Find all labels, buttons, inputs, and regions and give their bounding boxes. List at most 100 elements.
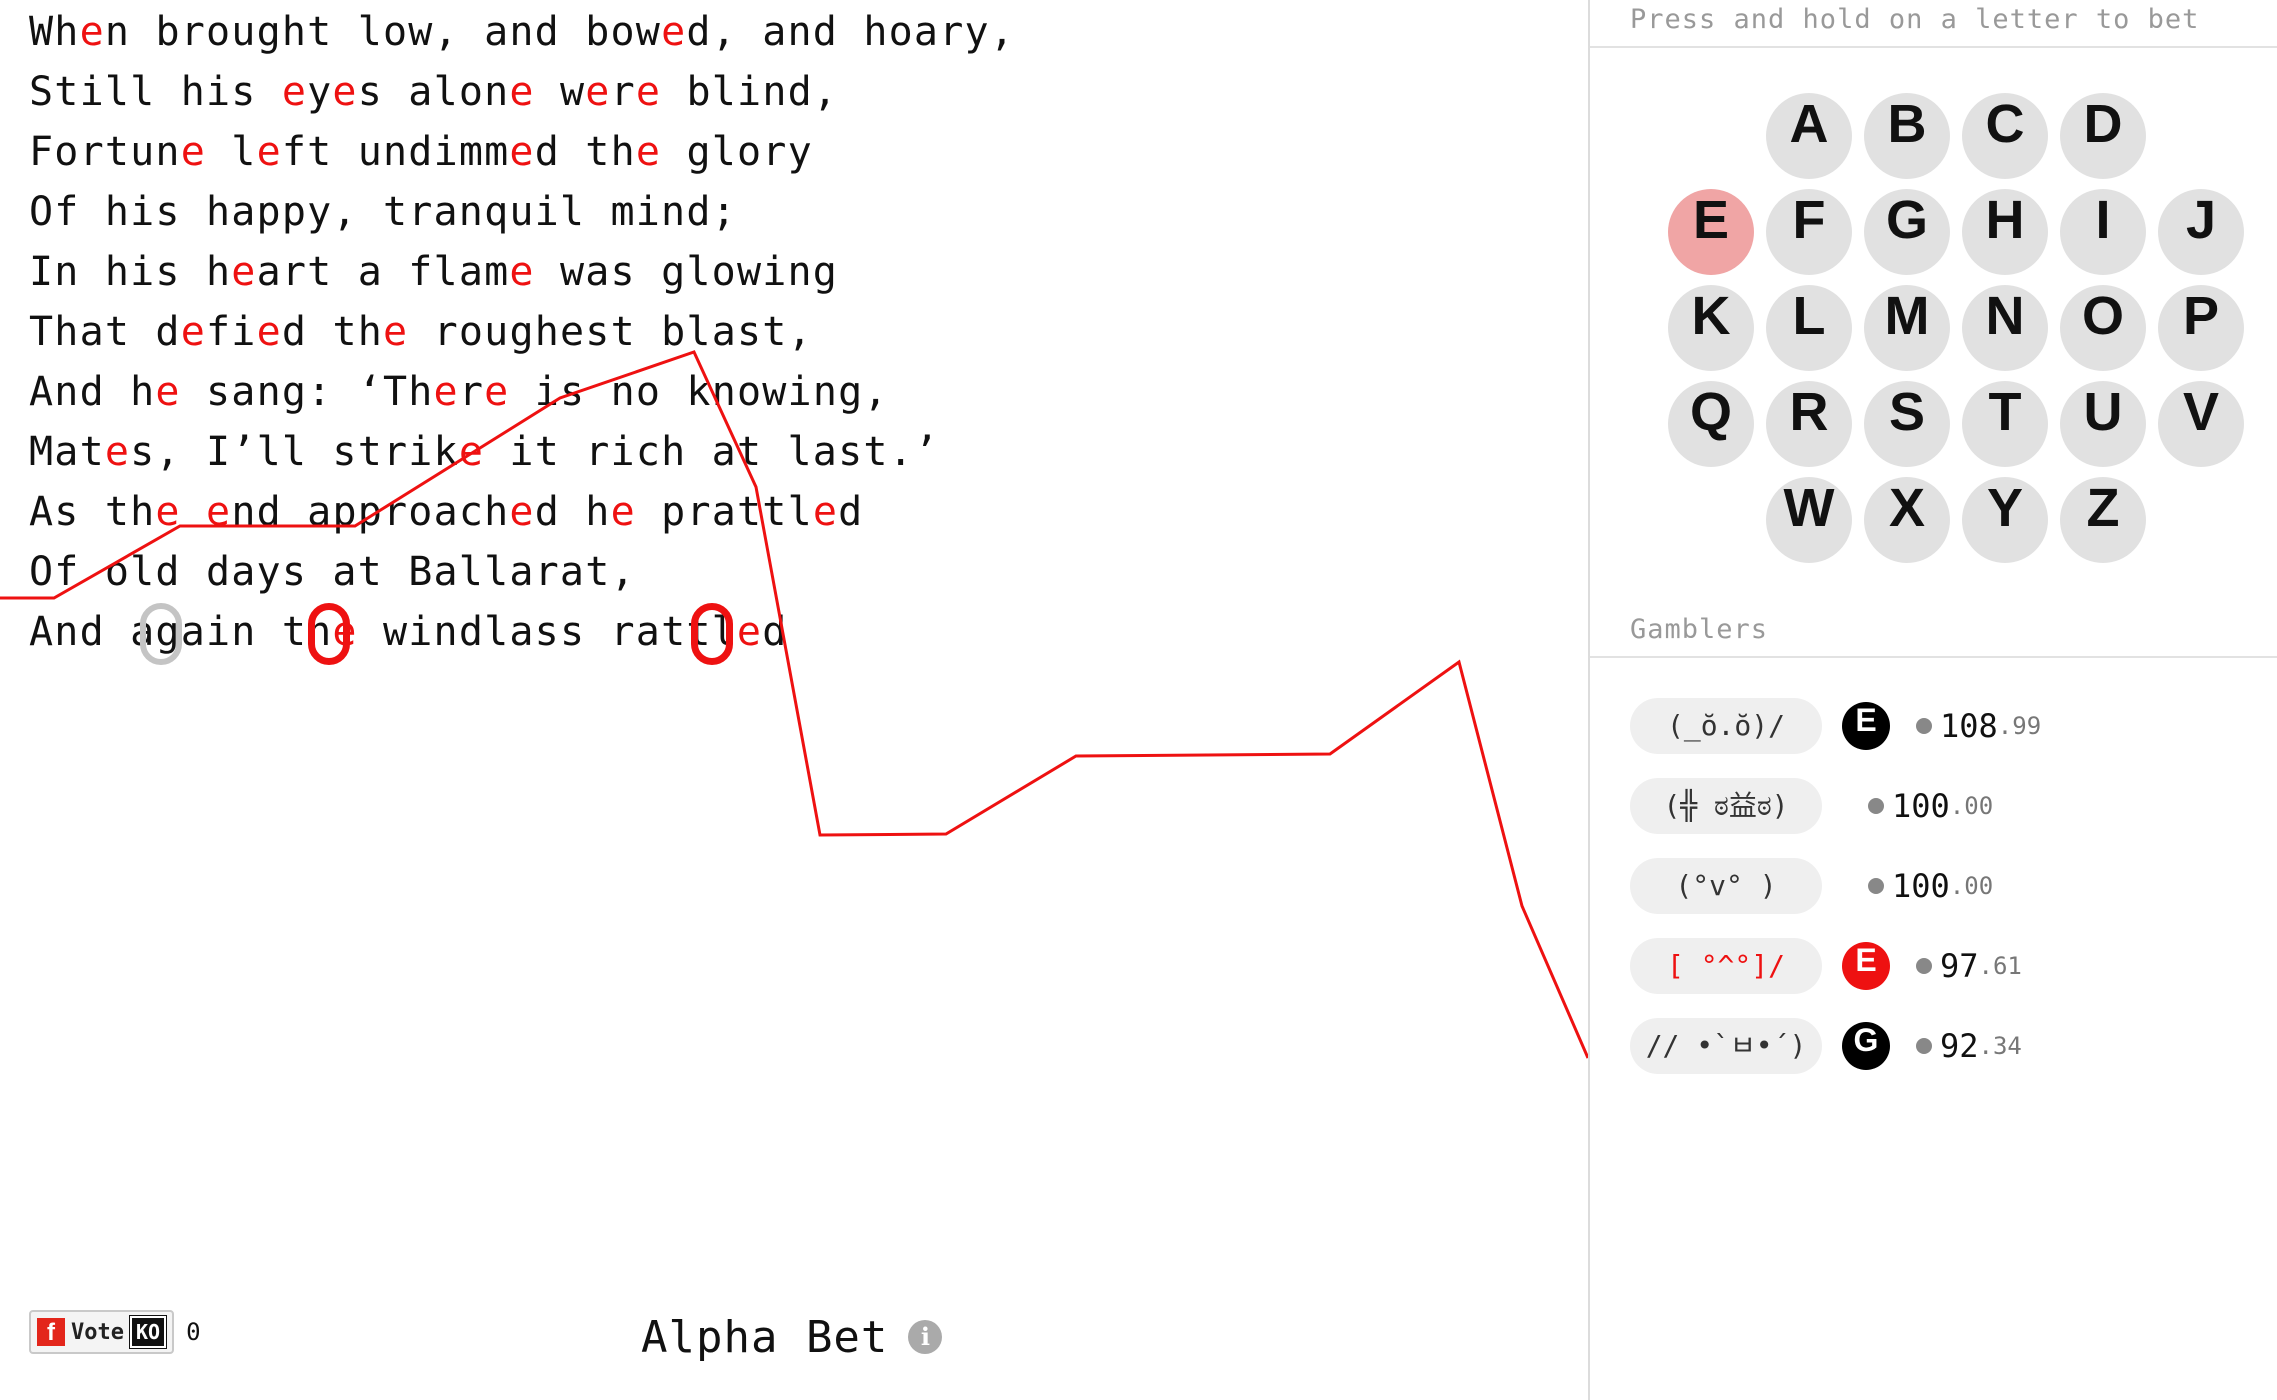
balance-integer: 92: [1940, 1027, 1979, 1065]
letter-button-h[interactable]: H: [1962, 189, 2048, 275]
poem-text-segment: s alon: [357, 69, 510, 115]
highlighted-letter: e: [509, 489, 535, 535]
balance-integer: 100: [1892, 787, 1950, 825]
highlighted-letter: e: [661, 9, 687, 55]
poem-text-segment: d: [762, 609, 788, 655]
poem-text-segment: n brought low, and bow: [104, 9, 662, 55]
letter-button-r[interactable]: R: [1766, 381, 1852, 467]
balance-decimal: .61: [1978, 952, 2022, 980]
letter-button-c[interactable]: C: [1962, 93, 2048, 179]
poem-line: And he sang: ‘There is no knowing,: [29, 362, 1015, 422]
bet-letter-badge: E: [1842, 702, 1890, 750]
highlighted-letter: e: [383, 309, 409, 355]
poem-text-segment: is no knowing,: [509, 369, 889, 415]
highlighted-letter: e: [635, 129, 662, 175]
highlighted-letter: e: [281, 69, 308, 115]
game-area: When brought low, and bowed, and hoary, S…: [0, 0, 1588, 1400]
highlighted-letter: e: [155, 369, 181, 415]
letter-button-v[interactable]: V: [2158, 381, 2244, 467]
gambler-row: [ °^°]/ E 97.61: [1630, 938, 2022, 994]
highlighted-letter: e: [433, 369, 459, 415]
letter-button-f[interactable]: F: [1766, 189, 1852, 275]
poem-text-segment: In his h: [29, 249, 232, 295]
poem-text-segment: roughest blast,: [408, 309, 813, 355]
letter-button-w[interactable]: W: [1766, 477, 1852, 563]
divider: [1590, 46, 2277, 48]
poem-text-segment: r: [458, 369, 485, 415]
letter-button-u[interactable]: U: [2060, 381, 2146, 467]
poem-text-segment: [181, 489, 206, 535]
gambler-avatar: (°v° ): [1630, 858, 1822, 914]
bet-letter-badge: G: [1842, 1022, 1890, 1070]
balance-dot-icon: [1916, 1038, 1932, 1054]
letter-button-n[interactable]: N: [1962, 285, 2048, 371]
poem-text-segment: d h: [534, 489, 611, 535]
poem-text-segment: d: [838, 489, 864, 535]
poem-text-segment: Still his: [29, 69, 282, 115]
vote-button[interactable]: f Vote KO: [29, 1310, 175, 1354]
highlighted-letter: e: [458, 429, 485, 475]
balance-dot-icon: [1916, 718, 1932, 734]
letter-button-q[interactable]: Q: [1668, 381, 1754, 467]
vote-count: 0: [186, 1318, 201, 1346]
highlighted-letter: e: [180, 309, 206, 355]
poem-line: Of old days at Ballarat,: [29, 542, 1015, 602]
poem-line: When brought low, and bowed, and hoary,: [29, 2, 1015, 62]
next-letter-marker: [691, 603, 733, 665]
highlighted-letter: e: [509, 129, 535, 175]
poem-text-segment: it rich at last.’: [484, 429, 940, 475]
gambler-avatar: (╬ ಠ益ಠ): [1630, 778, 1822, 834]
vote-widget[interactable]: f Vote KO 0: [29, 1308, 201, 1356]
poem-text-segment: Wh: [29, 9, 80, 55]
poem-text-segment: d th: [534, 129, 636, 175]
letter-button-p[interactable]: P: [2158, 285, 2244, 371]
poem-text-segment: Fortun: [29, 129, 181, 175]
poem-text-segment: d, and hoary,: [686, 9, 1016, 55]
poem-text-segment: Of his happy, tranquil mind;: [29, 189, 737, 235]
letter-button-t[interactable]: T: [1962, 381, 2048, 467]
poem-text-segment: s, I’ll strik: [130, 429, 459, 475]
poem-text-segment: And h: [29, 369, 156, 415]
poem-text-segment: ft undimm: [281, 129, 510, 175]
poem-line: Mates, I’ll strike it rich at last.’: [29, 422, 1015, 482]
highlighted-letter: e: [484, 369, 510, 415]
info-icon[interactable]: i: [908, 1320, 943, 1354]
balance-decimal: .99: [1997, 712, 2042, 740]
letter-button-b[interactable]: B: [1864, 93, 1950, 179]
poem-text: When brought low, and bowed, and hoary, S…: [29, 2, 1015, 662]
letter-button-k[interactable]: K: [1668, 285, 1754, 371]
letter-button-a[interactable]: A: [1766, 93, 1852, 179]
poem-line: As the end approached he prattled: [29, 482, 1015, 542]
poem-text-segment: w: [534, 69, 586, 115]
balance-integer: 100: [1892, 867, 1950, 905]
divider: [1590, 656, 2277, 658]
letter-button-s[interactable]: S: [1864, 381, 1950, 467]
letter-button-g[interactable]: G: [1864, 189, 1950, 275]
letter-button-d[interactable]: D: [2060, 93, 2146, 179]
poem-text-segment: l: [206, 129, 257, 175]
highlighted-letter: e: [812, 489, 839, 535]
letter-button-o[interactable]: O: [2060, 285, 2146, 371]
highlighted-letter: e: [635, 69, 662, 115]
gambler-avatar: (_ŏ.ŏ)/: [1630, 698, 1822, 754]
current-letter-marker: [308, 603, 350, 665]
balance-dot-icon: [1868, 798, 1884, 814]
highlighted-letter: e: [104, 429, 131, 475]
ko-badge: KO: [128, 1315, 168, 1349]
bet-prompt: Press and hold on a letter to bet: [1630, 4, 2200, 35]
bet-letter-badge: E: [1842, 942, 1890, 990]
letter-button-x[interactable]: X: [1864, 477, 1950, 563]
poem-line: Of his happy, tranquil mind;: [29, 182, 1015, 242]
letter-button-e[interactable]: E: [1668, 189, 1754, 275]
highlighted-letter: e: [585, 69, 611, 115]
poem-text-segment: Mat: [29, 429, 105, 475]
letter-button-i[interactable]: I: [2060, 189, 2146, 275]
letter-button-y[interactable]: Y: [1962, 477, 2048, 563]
letter-button-m[interactable]: M: [1864, 285, 1950, 371]
highlighted-letter: e: [180, 129, 206, 175]
poem-text-segment: r: [610, 69, 636, 115]
letter-button-l[interactable]: L: [1766, 285, 1852, 371]
highlighted-letter: e: [79, 9, 105, 55]
letter-button-j[interactable]: J: [2158, 189, 2244, 275]
letter-button-z[interactable]: Z: [2060, 477, 2146, 563]
